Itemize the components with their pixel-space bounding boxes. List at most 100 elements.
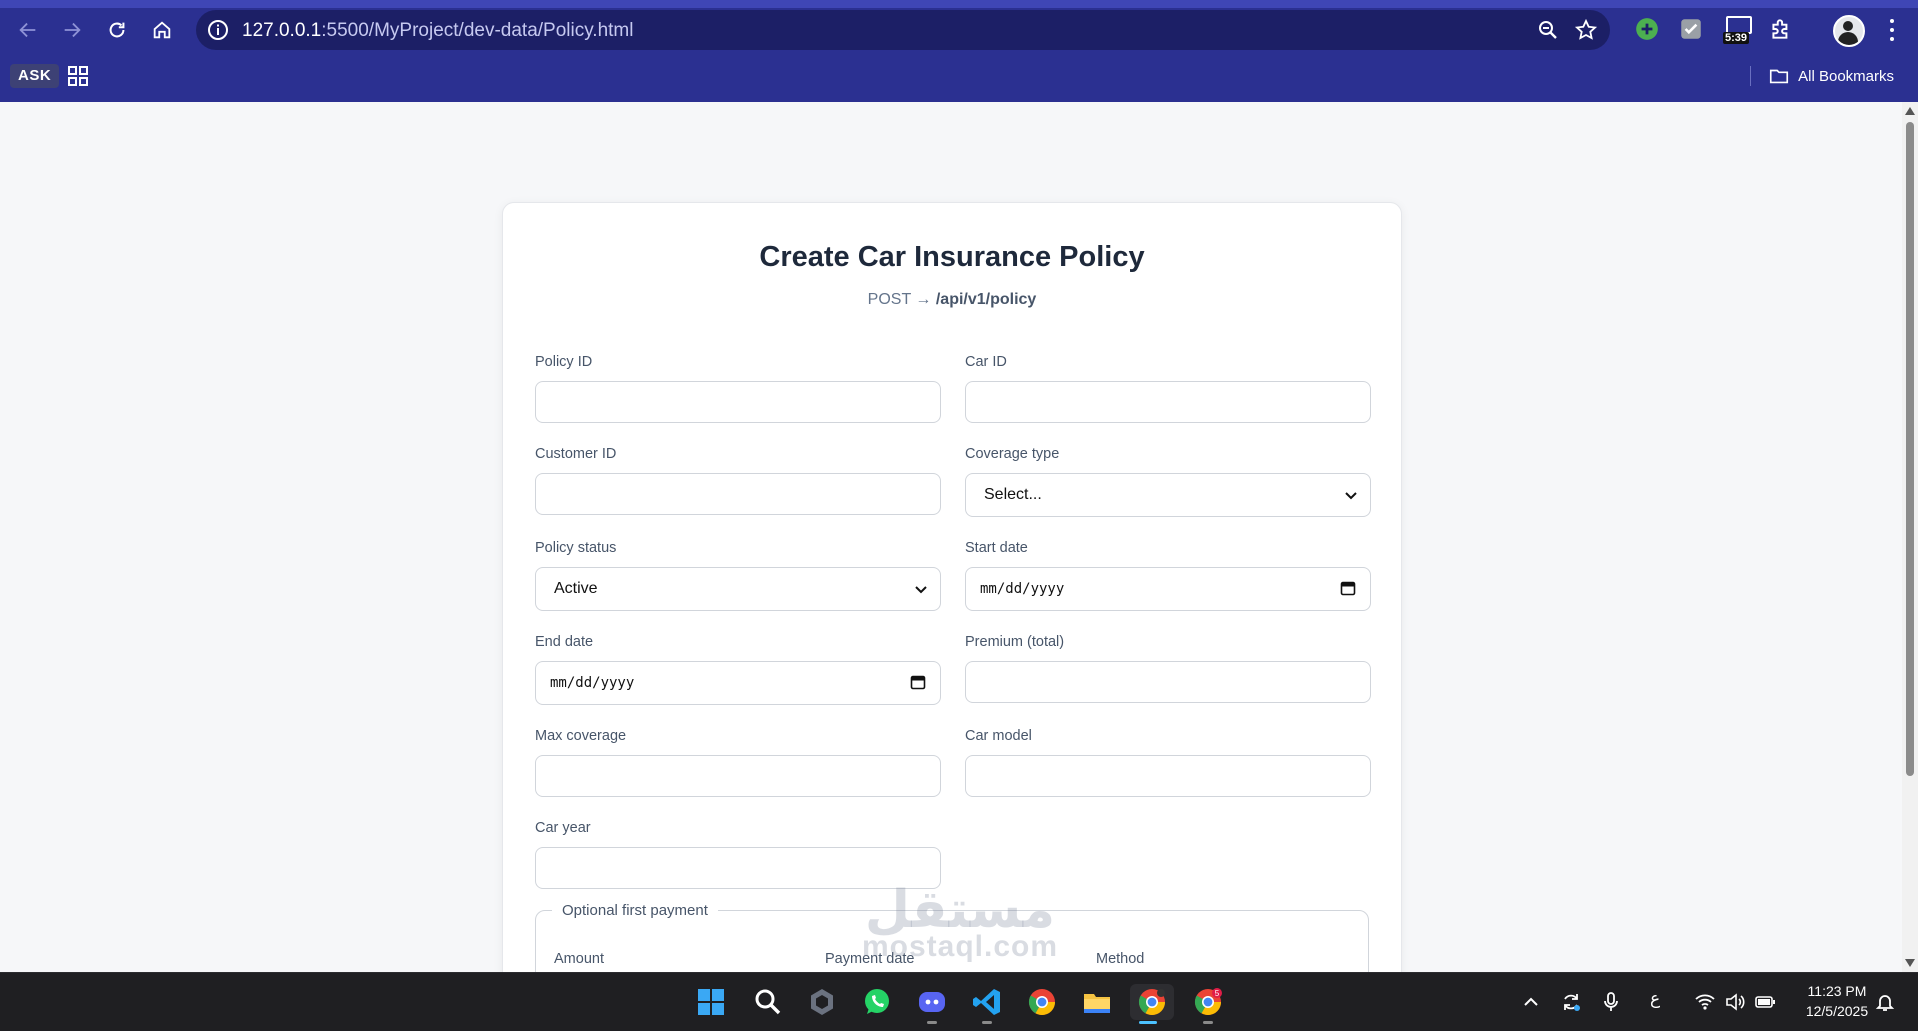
policy-id-input[interactable] xyxy=(535,381,941,423)
endpoint-path: /api/v1/policy xyxy=(935,291,1037,308)
windows-taskbar: 5 ع 11:23 PM 12/5/2025 xyxy=(0,972,1918,1031)
checkbox-icon xyxy=(1681,19,1701,39)
payment-method-label: Method xyxy=(1096,951,1145,967)
extension-timer-text: 5:39 xyxy=(1723,32,1750,44)
home-button[interactable] xyxy=(144,12,180,48)
first-payment-fieldset: Optional first payment Amount Payment da… xyxy=(535,902,1369,972)
tray-volume[interactable] xyxy=(1722,989,1748,1015)
extensions-button[interactable] xyxy=(1766,14,1796,44)
calendar-icon[interactable] xyxy=(910,674,926,690)
puzzle-icon xyxy=(1772,19,1788,39)
taskbar-app-hex[interactable] xyxy=(804,984,840,1020)
tray-notifications[interactable] xyxy=(1872,989,1898,1015)
start-date-input[interactable]: mm/dd/yyyy xyxy=(965,567,1371,611)
car-id-group: Car ID xyxy=(965,353,1371,423)
bookmarks-separator xyxy=(1750,66,1752,86)
policy-form-card: Create Car Insurance Policy POST → /api/… xyxy=(502,202,1402,972)
tray-microphone[interactable] xyxy=(1598,989,1624,1015)
url-text[interactable]: 127.0.0.1:5500/MyProject/dev-data/Policy… xyxy=(242,20,633,42)
policy-id-label: Policy ID xyxy=(535,354,593,370)
running-indicator xyxy=(982,1021,992,1024)
tray-wifi[interactable] xyxy=(1692,989,1718,1015)
end-date-value: mm/dd/yyyy xyxy=(550,675,635,691)
reload-button[interactable] xyxy=(99,12,135,48)
tray-battery[interactable] xyxy=(1752,989,1778,1015)
calendar-icon[interactable] xyxy=(1340,580,1356,596)
window-accent xyxy=(0,0,1918,8)
taskbar-chrome-profile[interactable]: 5 xyxy=(1190,984,1226,1024)
whatsapp-icon xyxy=(865,989,889,1014)
extension-timer[interactable]: 5:39 xyxy=(1720,12,1756,46)
folder-icon xyxy=(1084,994,1110,1013)
scrollbar-thumb[interactable] xyxy=(1906,122,1914,776)
vscode-icon xyxy=(973,989,1000,1015)
scroll-down-arrow-icon[interactable] xyxy=(1905,959,1915,967)
taskbar-vscode[interactable] xyxy=(969,984,1005,1024)
taskbar-chrome-dev[interactable] xyxy=(1130,984,1174,1024)
apps-grid-icon[interactable] xyxy=(66,64,90,88)
start-date-label: Start date xyxy=(965,540,1028,556)
input-language-indicator[interactable]: ع xyxy=(1650,989,1660,1009)
taskbar-whatsapp[interactable] xyxy=(859,984,895,1020)
end-date-input[interactable]: mm/dd/yyyy xyxy=(535,661,941,705)
customer-id-input[interactable] xyxy=(535,473,941,515)
premium-input[interactable] xyxy=(965,661,1371,703)
car-model-input[interactable] xyxy=(965,755,1371,797)
tray-overflow-button[interactable] xyxy=(1518,989,1544,1015)
folder-icon xyxy=(1770,69,1789,84)
policy-status-group: Policy status Active xyxy=(535,539,941,611)
notification-bell-icon xyxy=(1875,995,1895,1011)
taskbar-chrome[interactable] xyxy=(1024,984,1060,1020)
tray-sync[interactable] xyxy=(1558,989,1584,1015)
back-button[interactable] xyxy=(10,12,46,48)
forward-button[interactable] xyxy=(54,12,90,48)
start-button[interactable] xyxy=(693,984,729,1020)
chrome-dev-icon xyxy=(1138,989,1166,1016)
arrow-left-icon xyxy=(19,22,36,38)
arrow-right-icon xyxy=(64,22,81,38)
endpoint-method: POST → xyxy=(867,291,932,308)
system-clock[interactable]: 11:23 PM 12/5/2025 xyxy=(1794,981,1880,1021)
taskbar-search-button[interactable] xyxy=(750,984,786,1020)
car-model-label: Car model xyxy=(965,728,1032,744)
policy-status-select[interactable]: Active xyxy=(535,567,941,611)
policy-status-label: Policy status xyxy=(535,540,617,556)
chevron-down-icon xyxy=(915,586,927,594)
extension-green-plus[interactable] xyxy=(1632,14,1662,44)
taskbar-file-explorer[interactable] xyxy=(1079,984,1115,1020)
extension-checkbox[interactable] xyxy=(1676,14,1706,44)
chevron-up-icon xyxy=(1524,997,1538,1006)
browser-menu-button[interactable] xyxy=(1882,15,1902,45)
coverage-type-select[interactable]: Select... xyxy=(965,473,1371,517)
scroll-up-arrow-icon[interactable] xyxy=(1905,107,1915,115)
profile-avatar[interactable] xyxy=(1833,15,1865,47)
address-bar[interactable]: 127.0.0.1:5500/MyProject/dev-data/Policy… xyxy=(196,10,1610,50)
wifi-icon xyxy=(1695,994,1715,1010)
windows-logo-icon xyxy=(698,989,724,1015)
microphone-icon xyxy=(1604,992,1618,1011)
premium-group: Premium (total) xyxy=(965,633,1371,703)
chevron-down-icon xyxy=(1345,492,1357,500)
ask-chip[interactable]: ASK xyxy=(10,64,60,88)
policy-id-group: Policy ID xyxy=(535,353,941,423)
site-info-icon[interactable] xyxy=(206,18,230,42)
taskbar-discord[interactable] xyxy=(914,984,950,1024)
avatar-body xyxy=(1838,32,1858,45)
bookmark-star-icon[interactable] xyxy=(1574,18,1598,42)
clock-time: 11:23 PM xyxy=(1807,983,1867,999)
max-coverage-input[interactable] xyxy=(535,755,941,797)
hexagon-app-icon xyxy=(811,989,833,1015)
url-path: :5500/MyProject/dev-data/Policy.html xyxy=(321,20,634,41)
discord-icon xyxy=(919,992,945,1012)
car-id-input[interactable] xyxy=(965,381,1371,423)
car-year-group: Car year xyxy=(535,819,941,889)
reload-icon xyxy=(109,22,125,38)
zoom-icon[interactable] xyxy=(1536,18,1560,42)
page-scrollbar[interactable] xyxy=(1902,102,1918,972)
endpoint-hint: POST → /api/v1/policy xyxy=(503,291,1401,309)
all-bookmarks-button[interactable]: All Bookmarks xyxy=(1750,64,1894,88)
menu-dot-icon xyxy=(1890,28,1894,32)
first-payment-legend: Optional first payment xyxy=(562,902,708,919)
premium-label: Premium (total) xyxy=(965,634,1065,650)
car-year-input[interactable] xyxy=(535,847,941,889)
